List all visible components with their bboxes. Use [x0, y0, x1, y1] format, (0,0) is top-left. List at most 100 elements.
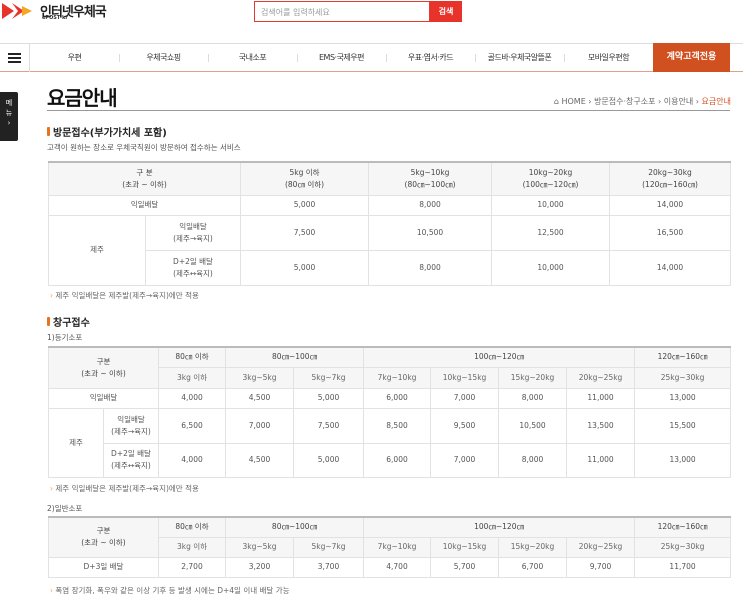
registered-parcel-subtitle: 1)등기소포	[47, 333, 83, 342]
price-cell: 4,500	[225, 387, 295, 409]
price-cell: 7,500	[240, 214, 370, 251]
price-cell: 8,000	[368, 249, 493, 286]
price-cell: 8,000	[498, 442, 568, 478]
header-cell: 80㎝ 이하	[158, 346, 227, 368]
price-cell: 2,700	[158, 556, 226, 578]
price-cell: 13,000	[634, 442, 732, 478]
main-nav: 우편 우체국쇼핑 국내소포 EMS·국제우편 우표·엽서·카드 골드바·우체국알…	[0, 43, 743, 72]
weight-header-cell: 15kg~20kg	[498, 536, 567, 558]
search-button[interactable]: 검색	[430, 1, 462, 22]
nav-item-mobile-mailbox[interactable]: 모바일우편함	[564, 52, 653, 63]
header-cell: 10kg~20kg (100㎝~120㎝)	[491, 161, 611, 196]
weight-header-cell: 20kg~25kg	[565, 536, 636, 558]
breadcrumb-item[interactable]: 이용안내	[664, 97, 693, 106]
price-cell: 15,500	[634, 407, 732, 444]
weight-header-cell: 25kg~30kg	[634, 366, 732, 389]
weight-header-cell: 25kg~30kg	[634, 536, 732, 558]
weight-header-cell: 7kg~10kg	[363, 536, 431, 558]
breadcrumb-home[interactable]: HOME	[561, 97, 585, 106]
header-cell: 120㎝~160㎝	[634, 346, 732, 368]
price-cell: 6,000	[363, 442, 432, 478]
normal-parcel-subtitle: 2)일반소포	[47, 504, 83, 513]
logo-mark-icon	[2, 3, 32, 19]
price-cell: 13,500	[566, 407, 636, 444]
price-cell: 5,000	[293, 387, 365, 409]
nav-item-mail[interactable]: 우편	[30, 52, 119, 63]
side-menu-label: 메	[5, 99, 13, 107]
page-title: 요금안내	[47, 86, 118, 110]
price-cell: 5,000	[293, 442, 365, 478]
side-menu-toggle[interactable]: 메 뉴 ›	[0, 92, 18, 141]
nav-item-domestic-parcel[interactable]: 국내소포	[208, 52, 297, 63]
side-menu-label: 뉴	[5, 109, 13, 117]
header-cell: 80㎝~100㎝	[225, 346, 365, 368]
price-cell: 3,200	[225, 556, 294, 578]
nav-item-stamps[interactable]: 우표·엽서·카드	[386, 52, 475, 63]
nav-item-ems[interactable]: EMS·국제우편	[297, 52, 386, 63]
price-cell: 7,000	[430, 442, 500, 478]
row-label: 익일배달	[47, 194, 242, 216]
nav-item-shopping[interactable]: 우체국쇼핑	[119, 52, 208, 63]
contract-customer-button[interactable]: 계약고객전용	[653, 43, 730, 72]
price-cell: 14,000	[609, 194, 732, 216]
table-row: 익일배달 4,000 4,500 5,000 6,000 7,000 8,000 11,000…	[47, 387, 732, 409]
price-cell: 16,500	[609, 214, 732, 251]
price-cell: 8,000	[498, 387, 568, 409]
price-cell: 9,700	[565, 556, 636, 578]
registered-note: 제주 익일배달은 제주발(제주→육지)에만 적용	[50, 483, 199, 494]
table-row: D+2일 배달 (제주↔육지) 5,000 8,000 10,000 14,000	[49, 249, 732, 286]
price-cell: 13,000	[634, 387, 732, 409]
nav-item-goldbar[interactable]: 골드바·우체국알뜰폰	[475, 52, 564, 63]
visit-description: 고객이 원하는 장소로 우체국직원이 방문하여 접수하는 서비스	[47, 143, 241, 152]
weight-header-cell: 3kg~5kg	[225, 536, 294, 558]
header-cell: 구 분 (초과 ~ 이하)	[47, 161, 242, 196]
price-cell: 12,500	[491, 214, 611, 251]
weight-header-cell: 10kg~15kg	[430, 366, 500, 389]
table-row: D+3일 배달 2,700 3,200 3,700 4,700 5,700 6,700 9,7…	[48, 556, 732, 578]
normal-parcel-table: 구분 (초과 ~ 이하) 80㎝ 이하 80㎝~100㎝ 100㎝~120㎝ 120㎝~…	[48, 516, 732, 578]
table-row: 제주 익일배달 (제주→육지) 7,500 10,500 12,500 16,500	[48, 214, 732, 286]
header-cell: 100㎝~120㎝	[363, 346, 636, 368]
weight-header-cell: 3kg 이하	[158, 366, 227, 389]
home-icon: ⌂	[553, 97, 559, 106]
chevron-right-icon: ›	[7, 119, 11, 127]
table-row: 익일배달 5,000 8,000 10,000 14,000	[47, 194, 732, 216]
row-label: D+2일 배달 (제주↔육지)	[102, 442, 160, 478]
weight-header-cell: 3kg 이하	[158, 536, 226, 558]
search-input[interactable]: 검색어를 입력하세요	[254, 1, 430, 22]
price-cell: 4,500	[225, 442, 295, 478]
weight-header-cell: 10kg~15kg	[430, 536, 499, 558]
header-cell: 5kg 이하 (80㎝ 이하)	[240, 161, 370, 196]
row-label: 익일배달 (제주→육지)	[144, 214, 242, 251]
price-cell: 4,000	[158, 442, 227, 478]
price-cell: 8,000	[368, 194, 493, 216]
heading-text: 창구접수	[53, 318, 90, 329]
weight-header-cell: 5kg~7kg	[293, 536, 364, 558]
price-cell: 7,000	[430, 387, 500, 409]
price-cell: 3,700	[293, 556, 364, 578]
section-heading-visit: 방문접수(부가가치세 포함)	[47, 124, 167, 139]
price-cell: 6,700	[498, 556, 567, 578]
hamburger-menu-icon[interactable]	[0, 43, 30, 72]
registered-parcel-table: 구분 (초과 ~ 이하) 80㎝ 이하 80㎝~100㎝ 100㎝~120㎝ 120㎝~…	[47, 346, 732, 478]
price-cell: 9,500	[430, 407, 500, 444]
row-label: 제주	[48, 407, 104, 478]
price-cell: 10,500	[368, 214, 493, 251]
price-cell: 11,000	[566, 442, 636, 478]
logo-sub: ePOST kr	[42, 15, 68, 21]
header-cell: 5kg~10kg (80㎝~100㎝)	[368, 161, 493, 196]
price-cell: 10,000	[491, 194, 611, 216]
row-label: 익일배달	[47, 387, 160, 409]
header-cell: 구분 (초과 ~ 이하)	[47, 346, 160, 389]
price-cell: 5,700	[430, 556, 499, 578]
weight-header-cell: 15kg~20kg	[498, 366, 568, 389]
section-heading-counter: 창구접수	[47, 314, 90, 329]
weight-header-cell: 7kg~10kg	[363, 366, 432, 389]
visit-note: 제주 익일배달은 제주발(제주→육지)에만 적용	[50, 290, 199, 301]
row-label: D+3일 배달	[48, 556, 159, 578]
visit-rate-table: 구 분 (초과 ~ 이하) 5kg 이하 (80㎝ 이하) 5kg~10kg (80㎝…	[47, 161, 732, 286]
header-cell: 80㎝~100㎝	[225, 516, 364, 538]
price-cell: 11,700	[634, 556, 732, 578]
epost-logo[interactable]: 인터넷우체국 ePOST kr	[0, 0, 120, 22]
breadcrumb-item[interactable]: 방문접수·창구소포	[594, 97, 655, 106]
